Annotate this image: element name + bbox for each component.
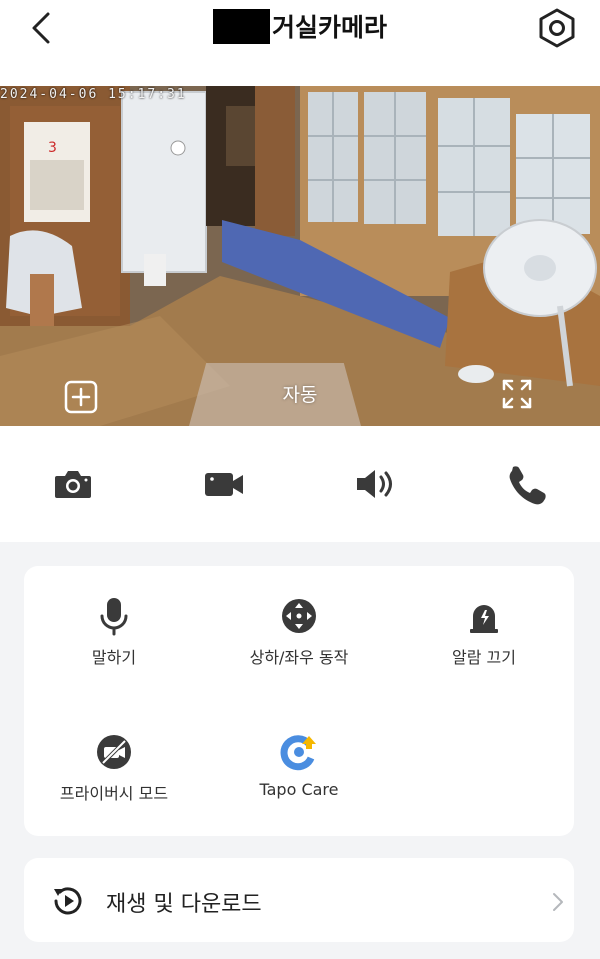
playback-history-icon — [54, 887, 82, 915]
video-camera-icon[interactable] — [202, 462, 246, 506]
camera-live-view[interactable]: 3 2024-04-06 15:17:31 자동 — [0, 86, 600, 426]
video-timestamp: 2024-04-06 15:17:31 — [0, 87, 187, 102]
app-header: 거실카메라 — [0, 0, 600, 86]
microphone-icon — [100, 598, 128, 636]
phone-icon[interactable] — [504, 462, 548, 506]
pan-tilt-icon — [282, 599, 316, 633]
playback-label: 재생 및 다운로드 — [106, 892, 262, 917]
page-title-group: 거실카메라 — [0, 8, 600, 44]
alarm-icon — [470, 605, 498, 633]
feature-talk[interactable]: 말하기 — [24, 596, 204, 668]
fullscreen-icon[interactable] — [500, 377, 534, 411]
camera-icon[interactable] — [51, 462, 95, 506]
page-title: 거실카메라 — [271, 13, 387, 42]
feature-pan-tilt[interactable]: 상하/좌우 동작 — [209, 596, 389, 668]
feature-label: 말하기 — [91, 648, 137, 667]
add-square-icon[interactable] — [64, 380, 98, 414]
svg-text:3: 3 — [48, 140, 57, 156]
feature-label: 알람 끄기 — [452, 648, 516, 667]
playback-download-row[interactable]: 재생 및 다운로드 — [24, 858, 574, 942]
feature-label: Tapo Care — [259, 780, 339, 799]
feature-tapo-care[interactable]: Tapo Care — [209, 732, 389, 799]
mode-label[interactable]: 자동 — [250, 380, 350, 407]
redacted-block — [212, 8, 270, 44]
feature-label: 프라이버시 모드 — [59, 784, 169, 803]
quick-action-bar — [0, 426, 600, 542]
feature-card: 말하기 상하/좌우 동작 알람 끄기 프라이버시 모드 Tapo Care — [24, 566, 574, 836]
tapo-care-icon — [280, 735, 316, 771]
privacy-mode-icon — [97, 735, 131, 769]
speaker-icon[interactable] — [352, 462, 396, 506]
gear-icon[interactable] — [535, 6, 579, 50]
feature-privacy-mode[interactable]: 프라이버시 모드 — [24, 732, 204, 804]
feature-alarm-off[interactable]: 알람 끄기 — [394, 596, 574, 668]
feature-label: 상하/좌우 동작 — [249, 648, 349, 667]
chevron-right-icon — [553, 893, 563, 911]
